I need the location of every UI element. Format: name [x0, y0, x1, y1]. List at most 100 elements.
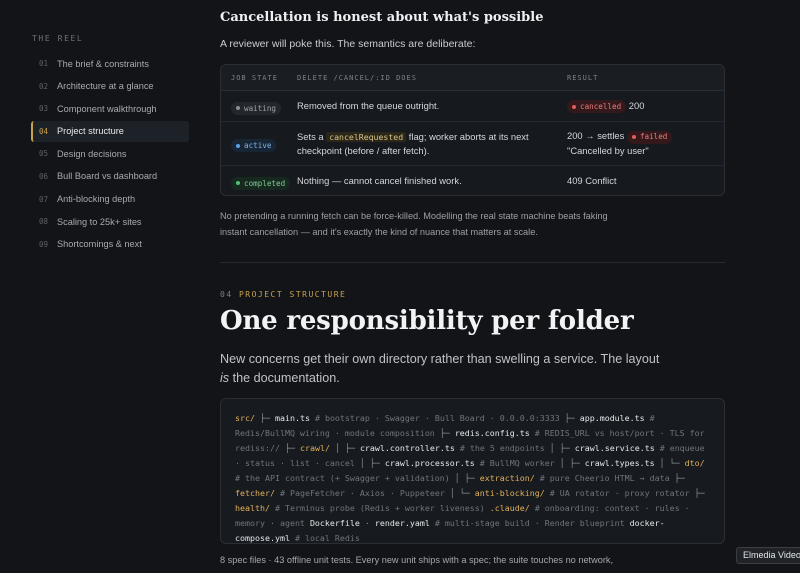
table-row: waiting Removed from the queue outright.… — [221, 91, 724, 122]
lead-text: the documentation. — [232, 371, 340, 385]
section-heading-cancellation: Cancellation is honest about what's poss… — [220, 10, 544, 25]
file-crawl-processor: crawl.processor.ts — [384, 458, 475, 468]
sidebar-item-label: Bull Board vs dashboard — [57, 171, 158, 182]
status-badge-label: active — [244, 141, 272, 150]
comment: # multi-stage build · Render blueprint — [434, 518, 625, 528]
sidebar-item-label: The brief & constraints — [57, 58, 149, 69]
table-row: active Sets a cancelRequested flag; work… — [221, 122, 724, 166]
folder-dto: dto/ — [684, 458, 705, 468]
sidebar-item-number: 02 — [39, 81, 49, 91]
sidebar-item-number: 08 — [39, 217, 49, 227]
status-badge-label: cancelled — [580, 101, 622, 111]
code-text: src/ ├─ main.ts # bootstrap · Swagger · … — [235, 413, 705, 543]
row-result: 200 → settles failed "Cancelled by user" — [567, 129, 724, 158]
status-badge-active: active — [231, 139, 277, 152]
file-crawl-service: crawl.service.ts — [574, 443, 655, 453]
sidebar-item-label: Shortcomings & next — [57, 239, 142, 250]
row-result: 409 Conflict — [567, 175, 617, 186]
folder-claude: .claude/ — [489, 503, 530, 513]
section-label: 04 PROJECT STRUCTURE — [220, 290, 346, 299]
sidebar-item-label: Design decisions — [57, 148, 127, 159]
description-text: Sets a — [297, 130, 324, 142]
row-description: Nothing — cannot cancel finished work. — [297, 175, 462, 186]
sidebar-item-number: 01 — [39, 59, 49, 68]
row-result: cancelled 200 — [567, 99, 724, 114]
status-badge-failed: failed — [626, 130, 673, 144]
status-badge-label: completed — [244, 178, 286, 188]
comment: # bootstrap · Swagger · Bull Board · 0.0… — [314, 413, 560, 423]
comment: # PageFetcher · Axios · Puppeteer — [279, 488, 445, 498]
sidebar-nav: 01 The brief & constraints 02 Architectu… — [31, 53, 189, 256]
comment: # the API contract (+ Swagger + validati… — [235, 473, 450, 483]
status-dot-icon — [236, 143, 240, 148]
file-main: main.ts — [274, 413, 310, 423]
result-code: 200 — [628, 99, 645, 111]
sidebar-item-project-structure[interactable]: 04 Project structure — [31, 120, 189, 142]
sidebar-item-label: Architecture at a glance — [57, 81, 154, 92]
sidebar-item-number: 03 — [39, 104, 49, 114]
file-render-yaml: render.yaml — [374, 518, 430, 528]
section-name: PROJECT STRUCTURE — [238, 290, 347, 299]
column-header-state: JOB STATE — [231, 73, 278, 82]
folder-health: health/ — [235, 503, 270, 513]
sidebar-item-label: Component walkthrough — [57, 103, 157, 114]
table-header: JOB STATE DELETE /CANCEL/:ID DOES RESULT — [221, 65, 724, 91]
file-redis-config: redis.config.ts — [454, 428, 530, 438]
comment: # UA rotator · proxy rotator — [549, 488, 690, 498]
folder-src: src/ — [235, 413, 255, 423]
comment: # pure Cheerio HTML → data — [539, 473, 670, 483]
status-dot-icon — [572, 104, 576, 109]
sidebar-item-label: Scaling to 25k+ sites — [57, 216, 142, 227]
file-dockerfile: Dockerfile — [309, 518, 360, 528]
sidebar-item-brief[interactable]: 01 The brief & constraints — [31, 53, 189, 74]
folder-crawl: crawl/ — [299, 443, 330, 453]
sidebar-item-number: 09 — [39, 239, 49, 249]
sidebar-item-number: 06 — [39, 171, 49, 181]
section-footer-text: 8 spec files · 43 offline unit tests. Ev… — [220, 555, 614, 565]
page-title: One responsibility per folder — [220, 306, 634, 336]
sidebar-item-shortcomings[interactable]: 09 Shortcomings & next — [31, 234, 189, 255]
app-tooltip: Elmedia Video — [736, 547, 800, 564]
folder-fetcher: fetcher/ — [235, 488, 275, 498]
sidebar-item-bull-board[interactable]: 06 Bull Board vs dashboard — [31, 166, 189, 187]
file-crawl-types: crawl.types.ts — [584, 458, 655, 468]
row-description: Sets a cancelRequested flag; worker abor… — [297, 130, 567, 158]
status-badge-cancelled: cancelled — [567, 100, 627, 114]
sidebar-item-architecture[interactable]: 02 Architecture at a glance — [31, 76, 189, 97]
section-lead: New concerns get their own directory rat… — [220, 350, 660, 388]
status-badge-label: failed — [639, 132, 668, 142]
column-header-result: RESULT — [567, 73, 599, 82]
sidebar-item-number: 05 — [39, 149, 49, 159]
status-badge-waiting: waiting — [231, 101, 282, 115]
file-app-module: app.module.ts — [579, 413, 645, 423]
status-dot-icon — [236, 106, 240, 110]
sidebar-title: THE REEL — [32, 34, 84, 43]
sidebar-item-scaling[interactable]: 08 Scaling to 25k+ sites — [31, 211, 189, 232]
folder-anti-blocking: anti-blocking/ — [474, 488, 545, 498]
status-dot-icon — [236, 181, 240, 185]
comment: # Terminus probe (Redis + worker livenes… — [274, 503, 485, 513]
sidebar-item-design-decisions[interactable]: 05 Design decisions — [31, 143, 189, 164]
result-message: "Cancelled by user" — [567, 144, 649, 156]
section-number: 04 — [220, 290, 233, 299]
comment: # the 5 endpoints — [459, 443, 545, 453]
comment: # local Redis — [294, 533, 360, 543]
column-header-does: DELETE /CANCEL/:ID DOES — [297, 73, 417, 82]
sidebar-item-anti-blocking[interactable]: 07 Anti-blocking depth — [31, 189, 189, 210]
sidebar-item-components[interactable]: 03 Component walkthrough — [31, 98, 189, 119]
sidebar-item-label: Anti-blocking depth — [57, 194, 136, 205]
result-text: 200 → settles — [567, 130, 625, 142]
inline-code: cancelRequested — [326, 131, 407, 142]
cancel-semantics-table: JOB STATE DELETE /CANCEL/:ID DOES RESULT… — [220, 64, 725, 196]
sidebar-item-label: Project structure — [57, 126, 124, 137]
folder-tree-code-block: src/ ├─ main.ts # bootstrap · Swagger · … — [220, 398, 725, 544]
file-crawl-controller: crawl.controller.ts — [359, 443, 455, 453]
section-intro: A reviewer will poke this. The semantics… — [220, 38, 476, 50]
folder-extraction: extraction/ — [479, 473, 535, 483]
status-dot-icon — [631, 135, 636, 140]
sidebar: THE REEL 01 The brief & constraints 02 A… — [0, 0, 200, 573]
row-description: Removed from the queue outright. — [297, 100, 440, 111]
status-badge-label: waiting — [244, 103, 277, 113]
comment: # BullMQ worker — [479, 458, 555, 468]
sidebar-item-number: 04 — [39, 126, 49, 136]
